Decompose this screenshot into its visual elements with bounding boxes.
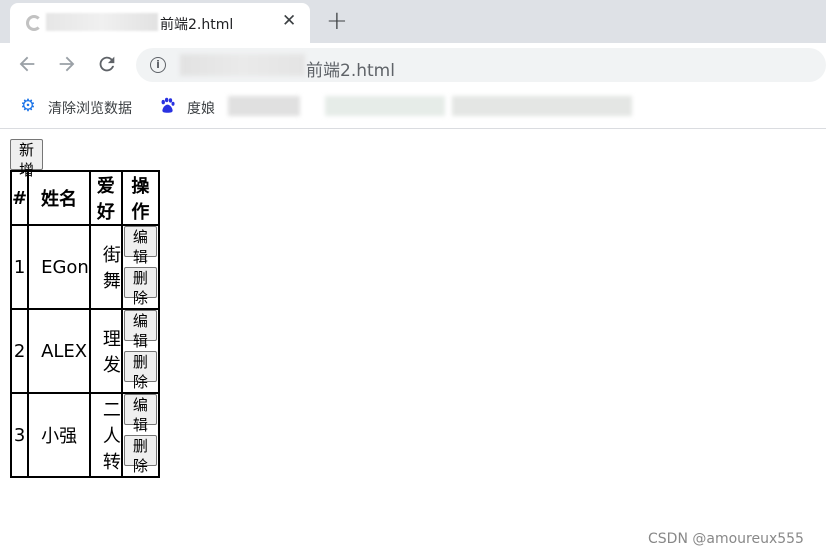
row-name: 小强	[28, 393, 90, 477]
reload-icon[interactable]	[96, 53, 118, 80]
bookmarks-bar: ⚙ 清除浏览数据 度娘	[0, 88, 826, 129]
tab-strip: 前端2.html ✕ +	[0, 0, 826, 43]
redacted-bookmark	[452, 96, 632, 116]
address-bar[interactable]: i 前端2.html	[136, 48, 826, 82]
delete-button[interactable]: 删除	[123, 351, 157, 391]
header-actions: 操作	[121, 171, 159, 225]
gear-icon: ⚙	[20, 96, 36, 116]
browser-tab[interactable]: 前端2.html ✕	[10, 3, 310, 43]
row-hobby: 二人转	[89, 393, 122, 477]
row-number: 2	[11, 309, 29, 393]
header-number: #	[11, 171, 29, 225]
delete-button[interactable]: 删除	[123, 435, 157, 475]
loading-favicon-icon	[26, 15, 42, 31]
tab-title: 前端2.html	[160, 17, 234, 33]
new-tab-icon[interactable]: +	[326, 6, 348, 36]
redacted-url	[180, 54, 305, 76]
site-info-icon[interactable]: i	[150, 57, 166, 73]
edit-button[interactable]: 编辑	[123, 310, 157, 350]
row-hobby: 理发	[89, 309, 122, 393]
user-table: # 姓名 爱好 操作 1 EGon 街舞 编辑 删除 2 ALEX 理发 编辑 …	[10, 170, 160, 478]
baidu-paw-icon	[158, 97, 176, 115]
url-text: 前端2.html	[306, 61, 395, 81]
watermark: CSDN @amoureux555	[648, 531, 804, 547]
row-name: ALEX	[28, 309, 90, 393]
table-row: 1 EGon 街舞 编辑 删除	[11, 225, 159, 309]
redacted-bookmark	[325, 96, 445, 116]
header-name: 姓名	[28, 171, 90, 225]
redacted-title	[46, 13, 158, 31]
edit-button[interactable]: 编辑	[123, 394, 157, 434]
table-header-row: # 姓名 爱好 操作	[11, 171, 159, 225]
header-hobby: 爱好	[89, 171, 122, 225]
row-name: EGon	[28, 225, 90, 309]
row-hobby: 街舞	[89, 225, 122, 309]
add-button[interactable]: 新增	[10, 139, 44, 179]
bookmark-duniang[interactable]: 度娘	[187, 98, 215, 118]
tab-close-icon[interactable]: ✕	[282, 11, 296, 31]
bookmark-clear-data[interactable]: 清除浏览数据	[48, 98, 132, 118]
delete-button[interactable]: 删除	[123, 267, 157, 307]
row-number: 3	[11, 393, 29, 477]
row-actions: 编辑 删除	[121, 393, 159, 477]
browser-toolbar: i 前端2.html	[0, 43, 826, 88]
row-actions: 编辑 删除	[121, 309, 159, 393]
row-actions: 编辑 删除	[121, 225, 159, 309]
edit-button[interactable]: 编辑	[123, 226, 157, 266]
table-row: 3 小强 二人转 编辑 删除	[11, 393, 159, 477]
table-row: 2 ALEX 理发 编辑 删除	[11, 309, 159, 393]
back-icon[interactable]	[16, 53, 38, 80]
redacted-bookmark	[228, 96, 300, 116]
forward-icon[interactable]	[56, 53, 78, 80]
row-number: 1	[11, 225, 29, 309]
